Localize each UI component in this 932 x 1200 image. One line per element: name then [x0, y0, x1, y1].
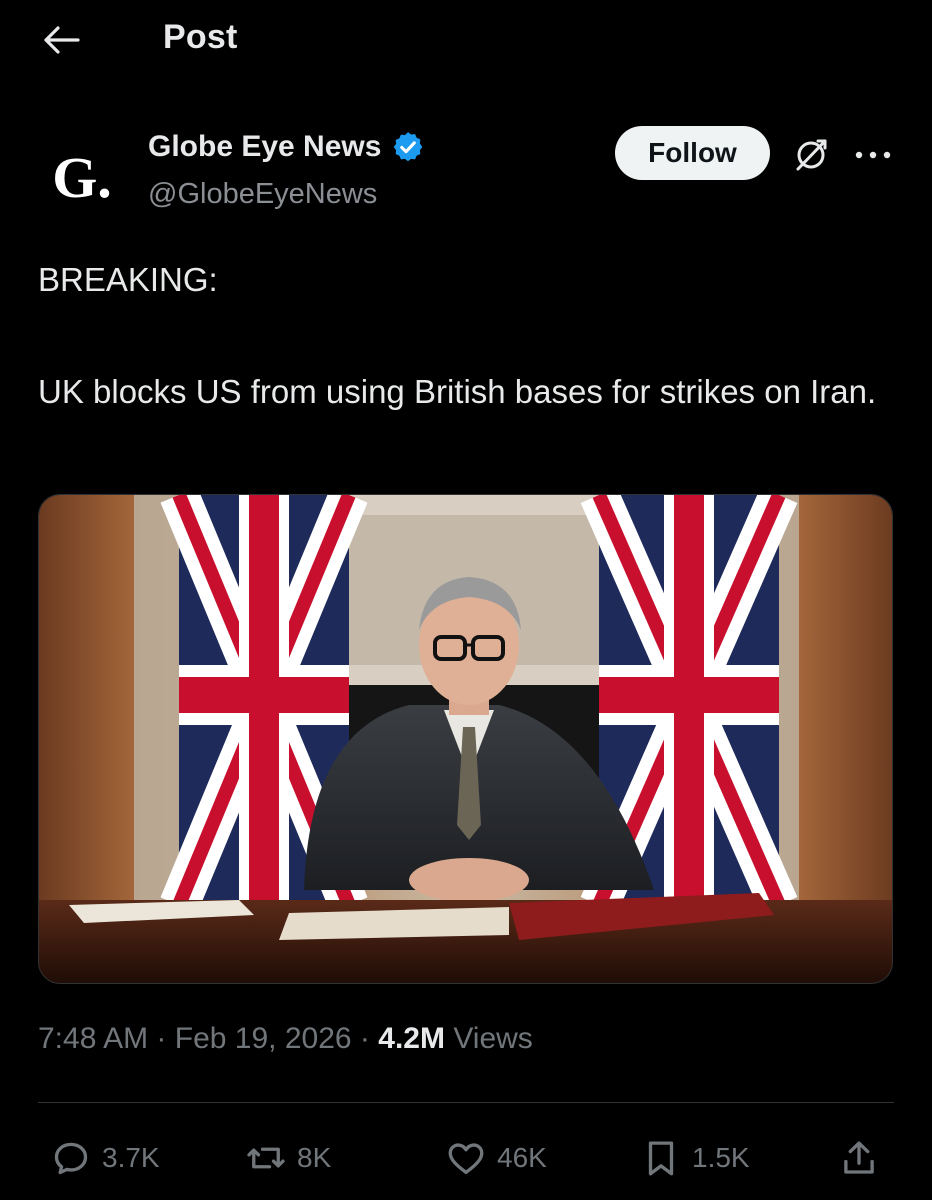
top-bar: Post [0, 0, 932, 80]
back-button[interactable] [36, 20, 84, 60]
share-icon [844, 1141, 874, 1174]
like-icon [448, 1143, 484, 1175]
post-meta: 7:48 AM · Feb 19, 2026 · 4.2M Views [38, 1022, 533, 1056]
page-title: Post [163, 18, 238, 56]
meta-separator: · [359, 1022, 370, 1055]
repost-icon [247, 1147, 285, 1169]
post-text-line: UK blocks US from using British bases fo… [38, 373, 877, 410]
media-illustration [39, 495, 892, 983]
repost-button[interactable]: 8K [245, 1130, 331, 1186]
bookmark-button[interactable]: 1.5K [640, 1130, 750, 1186]
more-icon [855, 151, 891, 159]
avatar[interactable]: G. [40, 136, 124, 220]
author-row: G. Globe Eye News @GlobeEyeNews Follow [0, 118, 932, 218]
post-time[interactable]: 7:48 AM [38, 1022, 148, 1055]
display-name[interactable]: Globe Eye News [148, 130, 381, 164]
back-arrow-icon [44, 26, 80, 54]
follow-button[interactable]: Follow [615, 126, 770, 180]
reply-button[interactable]: 3.7K [50, 1130, 160, 1186]
divider [38, 1102, 894, 1103]
grok-button[interactable] [788, 132, 834, 178]
more-options-button[interactable] [850, 140, 896, 170]
meta-separator: · [156, 1022, 167, 1055]
like-button[interactable]: 46K [445, 1130, 547, 1186]
post-media-image[interactable] [38, 494, 893, 984]
bookmark-icon [648, 1141, 674, 1176]
name-line: Globe Eye News [148, 130, 425, 164]
post-date[interactable]: Feb 19, 2026 [175, 1022, 352, 1055]
author-handle[interactable]: @GlobeEyeNews [148, 178, 377, 211]
post-text-line: BREAKING: [38, 261, 218, 298]
repost-count: 8K [297, 1142, 332, 1173]
share-button[interactable] [838, 1130, 880, 1186]
reply-icon [54, 1142, 88, 1175]
bookmark-count: 1.5K [692, 1142, 750, 1173]
views-label: Views [453, 1022, 533, 1055]
post-text: BREAKING: UK blocks US from using Britis… [38, 252, 908, 420]
action-bar: 3.7K 8K 46K 1.5K [0, 1130, 932, 1190]
verified-badge-icon[interactable] [391, 130, 425, 164]
reply-count: 3.7K [102, 1142, 160, 1173]
avatar-logo: G. [52, 145, 112, 210]
grok-icon [796, 139, 827, 171]
like-count: 46K [497, 1142, 547, 1173]
views-count[interactable]: 4.2M [378, 1022, 445, 1055]
